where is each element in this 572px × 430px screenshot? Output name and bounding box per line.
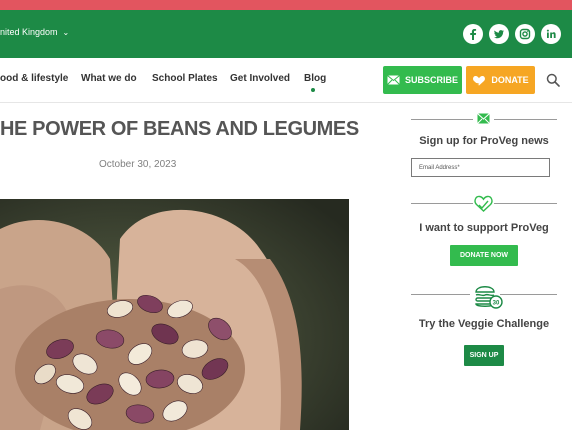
veggie-burger-icon: 30 [475,286,503,309]
nav-item-blog[interactable]: Blog [304,73,326,84]
heart-hand-icon [473,75,486,85]
active-nav-indicator [311,88,315,92]
nav-item-what-we-do[interactable]: What we do [81,73,137,84]
twitter-link[interactable] [489,24,509,44]
heart-icon [474,195,493,212]
newsletter-title: Sign up for ProVeg news [419,135,549,147]
svg-text:30: 30 [493,301,500,307]
nav-item-school-plates[interactable]: School Plates [152,73,218,84]
donate-now-button[interactable]: DONATE NOW [450,245,518,266]
email-field[interactable]: Email Address* [411,158,550,177]
article-date: October 30, 2023 [99,159,177,170]
subscribe-label: SUBSCRIBE [404,75,458,85]
region-selector[interactable]: nited Kingdom ⌄ [0,27,69,37]
sidebar-divider [411,294,470,295]
sidebar-divider [411,203,473,204]
top-green-bar [0,10,572,58]
support-title: I want to support ProVeg [419,222,549,234]
article-hero-image [0,199,349,430]
nav-item-get-involved[interactable]: Get Involved [230,73,290,84]
sidebar-divider [494,119,557,120]
subscribe-button[interactable]: SUBSCRIBE [383,66,462,94]
instagram-link[interactable] [515,24,535,44]
sidebar-divider [494,203,557,204]
donate-label: DONATE [491,75,529,85]
region-label: nited Kingdom [0,27,58,37]
twitter-icon [494,30,504,39]
sign-up-button[interactable]: SIGN UP [464,345,504,366]
facebook-icon [470,29,477,40]
challenge-title: Try the Veggie Challenge [418,318,550,330]
article-title: HE POWER OF BEANS AND LEGUMES [0,118,359,140]
sidebar-divider [500,294,557,295]
linkedin-icon [546,29,556,38]
chevron-down-icon: ⌄ [62,28,70,37]
facebook-link[interactable] [463,24,483,44]
envelope-icon [387,75,400,85]
envelope-icon [477,113,490,124]
sidebar-divider [411,119,473,120]
instagram-icon [519,28,531,40]
top-accent-strip [0,0,572,10]
donate-button[interactable]: DONATE [466,66,535,94]
linkedin-link[interactable] [541,24,561,44]
search-icon[interactable] [546,73,560,87]
nav-item-food-lifestyle[interactable]: ood & lifestyle [0,73,68,84]
